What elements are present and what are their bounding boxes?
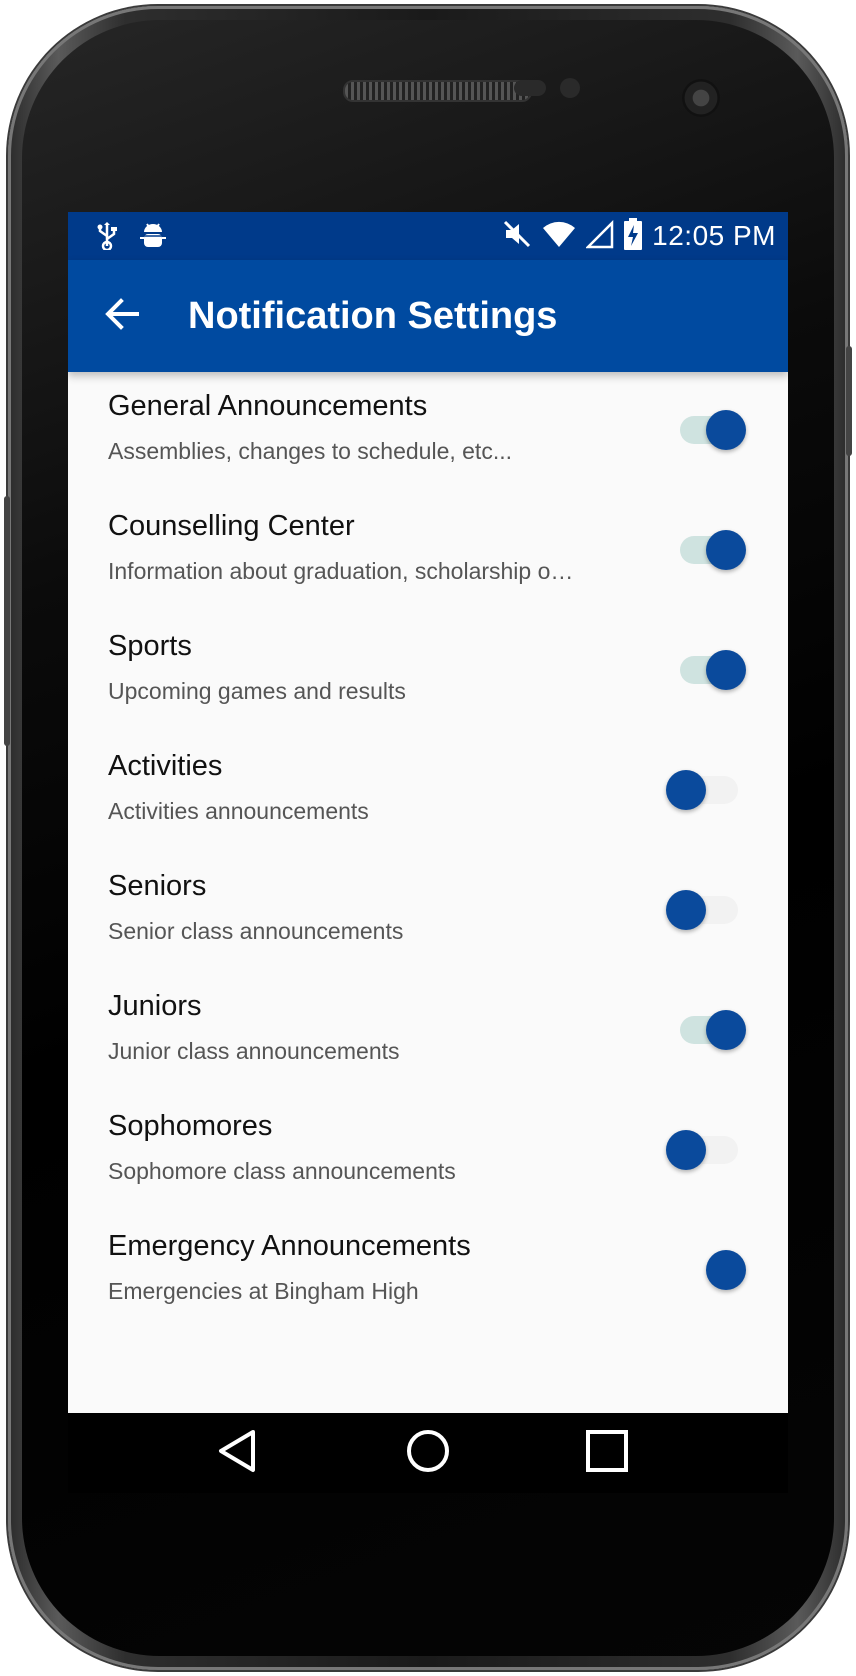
toggle-switch[interactable]: [678, 530, 746, 570]
setting-title: Activities: [108, 750, 223, 782]
switch-thumb: [706, 1250, 746, 1290]
setting-row-sophomores[interactable]: Sophomores Sophomore class announcements: [68, 1092, 788, 1212]
settings-list: General Announcements Assemblies, change…: [68, 372, 788, 1332]
page-title: Notification Settings: [188, 295, 558, 337]
status-right-icons: 12:05 PM: [502, 217, 776, 255]
setting-subtitle: Junior class announcements: [108, 1038, 400, 1064]
setting-row-emergency-announcements[interactable]: Emergency Announcements Emergencies at B…: [68, 1212, 788, 1332]
wifi-icon: [542, 219, 576, 254]
switch-thumb: [706, 1010, 746, 1050]
setting-title: Emergency Announcements: [108, 1230, 471, 1262]
switch-thumb: [666, 890, 706, 930]
back-triangle-icon: [217, 1429, 257, 1478]
setting-title: Seniors: [108, 870, 207, 902]
battery-charging-icon: [624, 217, 643, 255]
proximity-sensor: [514, 80, 546, 96]
volume-button: [846, 346, 852, 456]
nav-home-button[interactable]: [404, 1429, 452, 1477]
setting-row-activities[interactable]: Activities Activities announcements: [68, 732, 788, 852]
switch-thumb: [666, 1130, 706, 1170]
setting-title: General Announcements: [108, 390, 428, 422]
signal-icon: [585, 219, 614, 254]
setting-row-general-announcements[interactable]: General Announcements Assemblies, change…: [68, 372, 788, 492]
toggle-switch[interactable]: [666, 890, 740, 930]
setting-subtitle: Activities announcements: [108, 798, 369, 824]
status-left-icons: [96, 222, 166, 255]
status-time: 12:05 PM: [652, 220, 776, 251]
setting-title: Counselling Center: [108, 510, 355, 542]
switch-thumb: [706, 650, 746, 690]
toggle-switch[interactable]: [678, 1010, 746, 1050]
setting-subtitle: Assemblies, changes to schedule, etc...: [108, 438, 512, 464]
toggle-switch[interactable]: [678, 1250, 746, 1290]
android-debug-icon: [140, 222, 166, 255]
nav-recents-button[interactable]: [583, 1429, 631, 1477]
nav-back-button[interactable]: [213, 1429, 261, 1477]
setting-row-seniors[interactable]: Seniors Senior class announcements: [68, 852, 788, 972]
toggle-switch[interactable]: [678, 410, 746, 450]
setting-row-counselling-center[interactable]: Counselling Center Information about gra…: [68, 492, 788, 612]
light-sensor: [560, 78, 580, 98]
toggle-switch[interactable]: [666, 1130, 740, 1170]
toggle-switch[interactable]: [666, 770, 740, 810]
home-circle-icon: [405, 1428, 451, 1479]
setting-title: Juniors: [108, 990, 202, 1022]
switch-thumb: [706, 530, 746, 570]
switch-thumb: [666, 770, 706, 810]
mute-icon: [502, 219, 532, 254]
front-camera: [682, 79, 720, 117]
toggle-switch[interactable]: [678, 650, 746, 690]
setting-subtitle: Emergencies at Bingham High: [108, 1278, 419, 1304]
power-button: [4, 496, 10, 746]
earpiece-speaker: [343, 80, 532, 102]
navigation-bar: [68, 1413, 788, 1493]
recents-square-icon: [585, 1429, 629, 1478]
status-bar: 12:05 PM: [68, 212, 788, 260]
screen: 12:05 PM Notification Settings General A…: [68, 212, 788, 1493]
setting-subtitle: Information about graduation, scholarshi…: [108, 558, 574, 584]
app-bar: Notification Settings: [68, 260, 788, 372]
usb-icon: [96, 222, 118, 255]
setting-subtitle: Upcoming games and results: [108, 678, 406, 704]
back-button[interactable]: [98, 292, 146, 340]
setting-title: Sports: [108, 630, 192, 662]
setting-row-sports[interactable]: Sports Upcoming games and results: [68, 612, 788, 732]
setting-subtitle: Sophomore class announcements: [108, 1158, 456, 1184]
switch-thumb: [706, 410, 746, 450]
setting-title: Sophomores: [108, 1110, 273, 1142]
arrow-back-icon: [104, 296, 140, 337]
setting-row-juniors[interactable]: Juniors Junior class announcements: [68, 972, 788, 1092]
setting-subtitle: Senior class announcements: [108, 918, 404, 944]
